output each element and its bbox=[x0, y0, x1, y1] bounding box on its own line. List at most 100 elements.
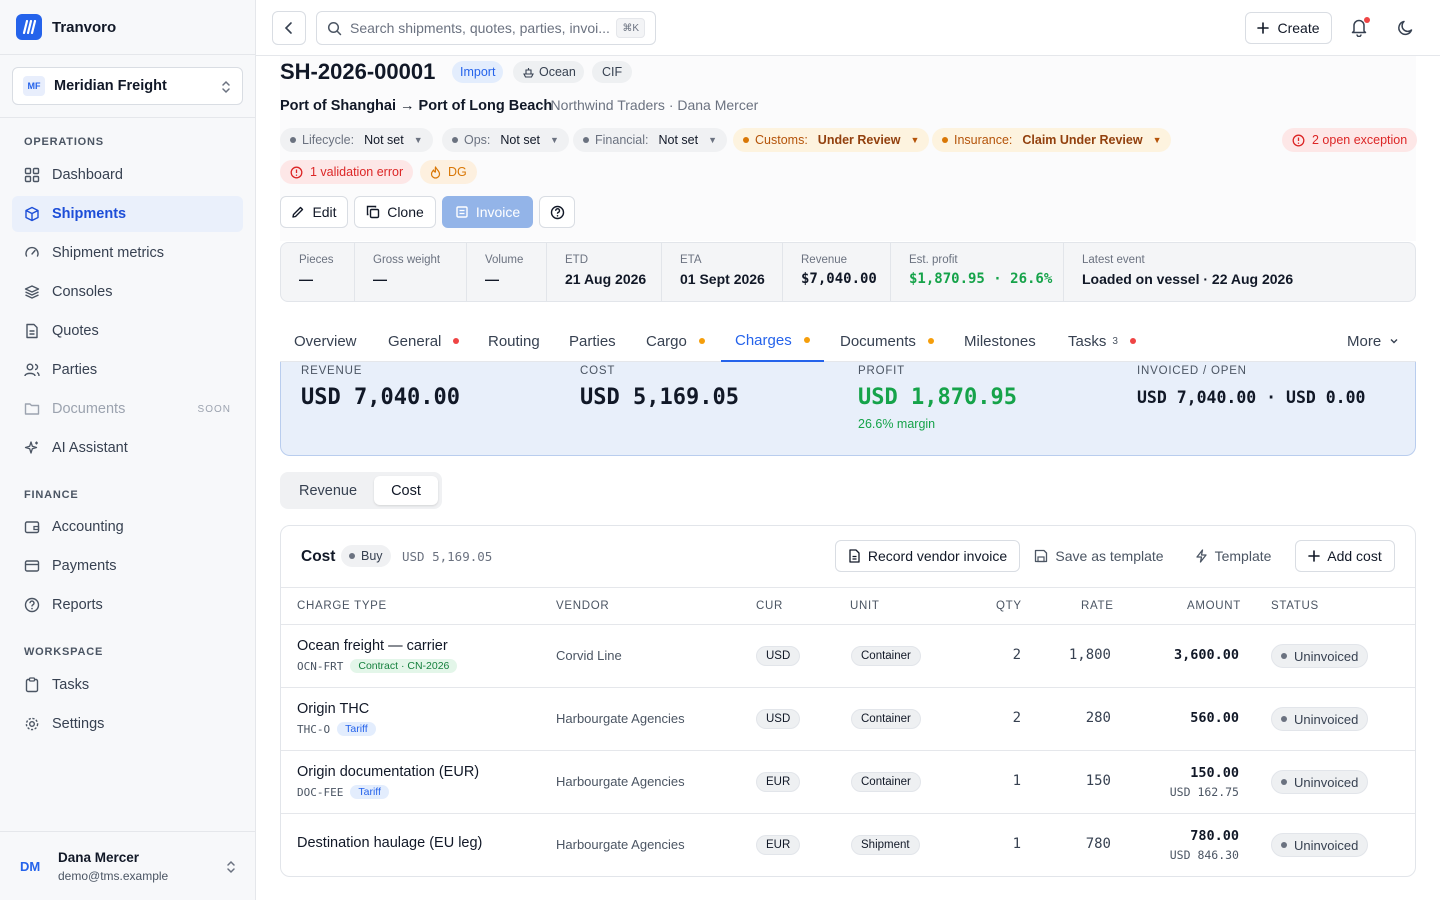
segment-revenue[interactable]: Revenue bbox=[284, 476, 372, 505]
tab-label: Documents bbox=[840, 332, 916, 350]
tab-milestones[interactable]: Milestones bbox=[964, 320, 1036, 362]
currency-chip: EUR bbox=[756, 835, 801, 855]
status-ops[interactable]: Ops: Not set ▼ bbox=[442, 128, 569, 152]
tab-charges[interactable]: Charges bbox=[721, 320, 824, 362]
sidebar-item-label: Quotes bbox=[52, 323, 99, 339]
add-cost-button[interactable]: Add cost bbox=[1295, 540, 1395, 572]
stat-est-profit: Est. profit $1,870.95 · 26.6% bbox=[891, 243, 1064, 301]
alert-circle-icon bbox=[290, 166, 303, 178]
app-name: Tranvoro bbox=[52, 18, 117, 36]
edit-button[interactable]: Edit bbox=[280, 196, 348, 228]
column-header[interactable]: CUR bbox=[756, 600, 783, 612]
create-button[interactable]: Create bbox=[1245, 12, 1332, 44]
validation-error-badge[interactable]: 1 validation error bbox=[280, 160, 414, 184]
status-value: Not set bbox=[500, 133, 541, 147]
column-header[interactable]: VENDOR bbox=[556, 600, 609, 612]
clone-button[interactable]: Clone bbox=[354, 196, 436, 228]
column-header[interactable]: STATUS bbox=[1271, 600, 1319, 612]
help-button[interactable] bbox=[539, 196, 575, 228]
sidebar-item-dashboard[interactable]: Dashboard bbox=[12, 157, 243, 193]
status-financial[interactable]: Financial: Not set ▼ bbox=[573, 128, 728, 152]
sidebar-item-ai-assistant[interactable]: AI Assistant bbox=[12, 430, 243, 466]
unit-chip: Container bbox=[851, 646, 921, 666]
brand[interactable]: Tranvoro bbox=[0, 0, 255, 55]
status-insurance[interactable]: Insurance: Claim Under Review ▼ bbox=[932, 128, 1172, 152]
tab-more[interactable]: More bbox=[1347, 320, 1399, 362]
moon-icon[interactable] bbox=[1397, 19, 1415, 37]
sidebar-item-label: Settings bbox=[52, 716, 105, 732]
segment-cost[interactable]: Cost bbox=[374, 476, 438, 505]
chip-mode: Ocean bbox=[513, 61, 584, 83]
status-badge: Uninvoiced bbox=[1271, 833, 1369, 857]
status-value: Under Review bbox=[817, 133, 901, 147]
summary-label: PROFIT bbox=[858, 365, 905, 377]
sidebar-item-consoles[interactable]: Consoles bbox=[12, 274, 243, 310]
stat-label: Volume bbox=[485, 254, 524, 266]
sidebar-item-settings[interactable]: Settings bbox=[12, 706, 243, 742]
sidebar-item-shipments[interactable]: Shipments bbox=[12, 196, 243, 232]
tab-dot bbox=[927, 338, 934, 344]
sidebar-item-reports[interactable]: Reports bbox=[12, 587, 243, 623]
column-header[interactable]: AMOUNT bbox=[1187, 600, 1241, 612]
table-header: CHARGE TYPE VENDOR CUR UNIT QTY RATE AMO… bbox=[281, 587, 1415, 625]
add-cost-label: Add cost bbox=[1327, 548, 1382, 564]
user-menu[interactable]: DM Dana Mercer demo@tms.example bbox=[0, 831, 255, 900]
summary-cost: COST USD 5,169.05 bbox=[580, 362, 739, 410]
table-row[interactable]: Origin documentation (EUR) DOC-FEE Tariff… bbox=[281, 751, 1415, 814]
sidebar-item-payments[interactable]: Payments bbox=[12, 548, 243, 584]
unit-chip: Container bbox=[851, 772, 921, 792]
tab-label: Milestones bbox=[964, 332, 1036, 350]
tab-general[interactable]: General bbox=[388, 320, 460, 362]
amount-value: 150.00 bbox=[1190, 765, 1239, 781]
sidebar-item-shipment-metrics[interactable]: Shipment metrics bbox=[12, 235, 243, 271]
qty-value: 2 bbox=[1012, 710, 1021, 726]
stat-value: 01 Sept 2026 bbox=[680, 271, 765, 287]
invoice-button[interactable]: Invoice bbox=[442, 196, 533, 228]
stat-label: Gross weight bbox=[373, 254, 441, 266]
record-vendor-invoice-button[interactable]: Record vendor invoice bbox=[835, 540, 1020, 572]
shortcut-hint: ⌘K bbox=[616, 18, 645, 38]
save-as-template-button[interactable]: Save as template bbox=[1029, 540, 1169, 572]
tab-tasks[interactable]: Tasks 3 bbox=[1068, 320, 1136, 362]
column-header[interactable]: UNIT bbox=[850, 600, 880, 612]
sidebar-item-parties[interactable]: Parties bbox=[12, 352, 243, 388]
tab-overview[interactable]: Overview bbox=[294, 320, 357, 362]
org-switcher[interactable]: MF Meridian Freight bbox=[12, 67, 243, 105]
stat-volume: Volume — bbox=[467, 243, 547, 301]
column-header[interactable]: CHARGE TYPE bbox=[297, 600, 387, 612]
sidebar-item-accounting[interactable]: Accounting bbox=[12, 509, 243, 545]
tab-routing[interactable]: Routing bbox=[488, 320, 540, 362]
sidebar-item-label: Tasks bbox=[52, 677, 90, 693]
sidebar-item-label: Consoles bbox=[52, 284, 113, 300]
tab-parties[interactable]: Parties bbox=[569, 320, 616, 362]
table-row[interactable]: Ocean freight — carrier OCN-FRT Contract … bbox=[281, 625, 1415, 688]
charges-summary: REVENUE USD 7,040.00 COST USD 5,169.05 P… bbox=[280, 362, 1416, 456]
tab-cargo[interactable]: Cargo bbox=[646, 320, 705, 362]
stat-value: — bbox=[485, 271, 499, 287]
tab-documents[interactable]: Documents bbox=[840, 320, 934, 362]
sidebar-item-tasks[interactable]: Tasks bbox=[12, 667, 243, 703]
table-row[interactable]: Origin THC THC-O Tariff Harbourgate Agenc… bbox=[281, 688, 1415, 751]
sparkles-icon bbox=[24, 441, 38, 454]
column-header[interactable]: QTY bbox=[996, 600, 1022, 612]
sidebar-item-quotes[interactable]: Quotes bbox=[12, 313, 243, 349]
back-button[interactable] bbox=[272, 11, 306, 45]
stat-label: Latest event bbox=[1082, 254, 1145, 266]
route: Port of Shanghai → Port of Long Beach bbox=[280, 98, 553, 114]
receipt-icon bbox=[456, 206, 468, 218]
charge-code: DOC-FEE bbox=[297, 785, 344, 799]
status-value: Not set bbox=[658, 133, 699, 147]
status-customs[interactable]: Customs: Under Review ▼ bbox=[733, 128, 930, 152]
ship-icon bbox=[523, 68, 534, 78]
status-lifecycle[interactable]: Lifecycle: Not set ▼ bbox=[280, 128, 433, 152]
stat-etd: ETD 21 Aug 2026 bbox=[547, 243, 662, 301]
search-input[interactable]: Search shipments, quotes, parties, invoi… bbox=[316, 11, 656, 45]
clone-label: Clone bbox=[387, 204, 424, 220]
table-row[interactable]: Destination haulage (EU leg) Harbourgate… bbox=[281, 814, 1415, 876]
record-vendor-invoice-label: Record vendor invoice bbox=[867, 548, 1008, 564]
buy-badge: Buy bbox=[341, 545, 391, 567]
template-button[interactable]: Template bbox=[1187, 540, 1279, 572]
open-exceptions-badge[interactable]: 2 open exception bbox=[1282, 128, 1418, 152]
status-badge: Uninvoiced bbox=[1271, 644, 1369, 668]
column-header[interactable]: RATE bbox=[1081, 600, 1114, 612]
